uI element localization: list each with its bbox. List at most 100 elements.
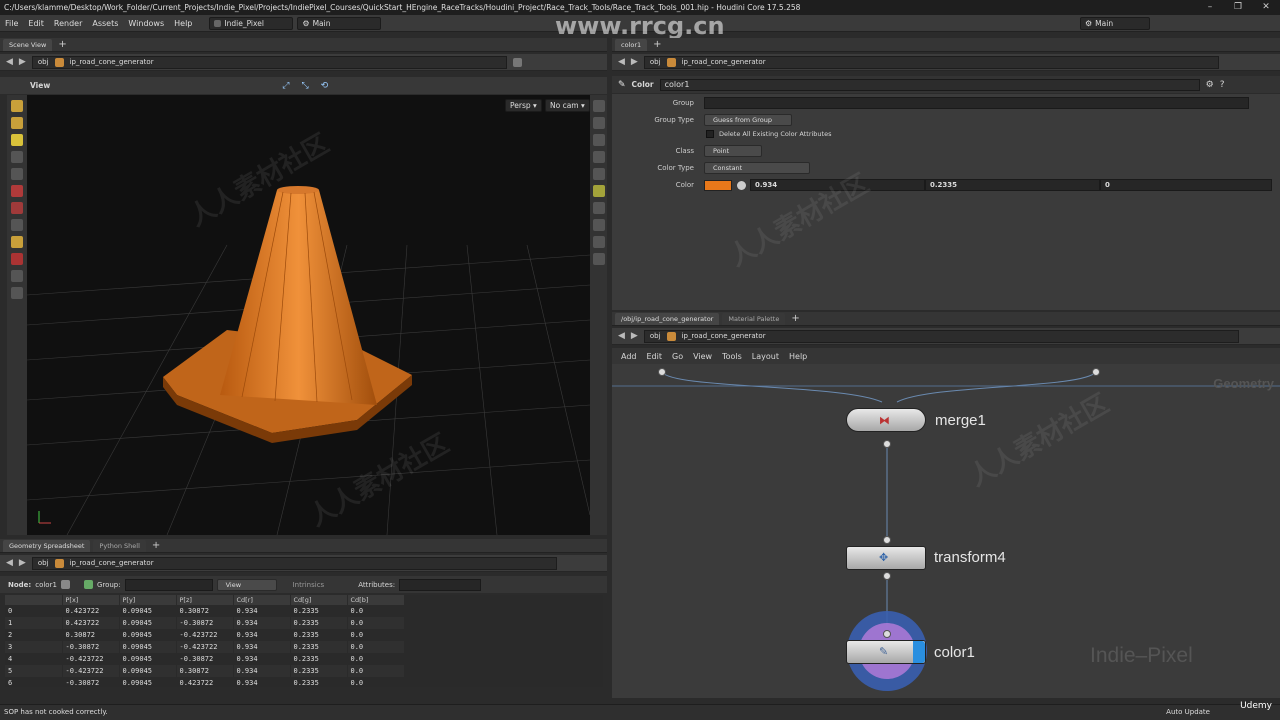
net-menu-help[interactable]: Help bbox=[784, 352, 812, 361]
sculpt-icon[interactable] bbox=[11, 202, 23, 214]
delete-attributes-checkbox[interactable] bbox=[706, 130, 714, 138]
merge1-node[interactable]: ⧓ bbox=[846, 408, 926, 432]
table-row[interactable]: 2 0.30872 0.09045 -0.423722 0.934 0.2335 0.0 bbox=[5, 629, 405, 641]
column-header[interactable]: P[y] bbox=[119, 595, 177, 605]
output-port[interactable] bbox=[883, 440, 891, 448]
maximize-button[interactable]: ❐ bbox=[1224, 0, 1252, 15]
table-row[interactable]: 1 0.423722 0.09045 -0.30872 0.934 0.2335 0.0 bbox=[5, 617, 405, 629]
back-arrow-icon[interactable]: ◀ bbox=[618, 57, 625, 67]
tab-scene-view[interactable]: Scene View bbox=[3, 39, 53, 51]
select-icon[interactable] bbox=[11, 100, 23, 112]
menu-assets[interactable]: Assets bbox=[87, 15, 123, 32]
desktop-selector[interactable]: Indie_Pixel bbox=[209, 16, 294, 30]
snap-point-icon[interactable] bbox=[11, 287, 23, 299]
forward-arrow-icon[interactable]: ▶ bbox=[19, 57, 26, 67]
table-row[interactable]: 0 0.423722 0.09045 0.30872 0.934 0.2335 0.0 bbox=[5, 605, 405, 617]
gear-icon[interactable]: ⚙ bbox=[1206, 80, 1214, 90]
net-menu-add[interactable]: Add bbox=[616, 352, 642, 361]
tab-python-shell[interactable]: Python Shell bbox=[93, 540, 146, 552]
column-header[interactable]: P[x] bbox=[62, 595, 120, 605]
input-port[interactable] bbox=[658, 368, 666, 376]
back-arrow-icon[interactable]: ◀ bbox=[6, 558, 13, 568]
lock-icon[interactable] bbox=[592, 134, 605, 146]
net-menu-tools[interactable]: Tools bbox=[717, 352, 747, 361]
display-option-icon[interactable] bbox=[592, 100, 605, 112]
points-icon[interactable] bbox=[83, 580, 93, 589]
table-row[interactable]: 5 -0.423722 0.09045 0.30872 0.934 0.2335 0.0 bbox=[5, 665, 405, 677]
tab-geometry-spreadsheet[interactable]: Geometry Spreadsheet bbox=[3, 540, 91, 552]
intrinsics-label[interactable]: Intrinsics bbox=[293, 581, 325, 589]
input-port[interactable] bbox=[883, 536, 891, 544]
point-icon[interactable] bbox=[592, 236, 605, 248]
handle-icon[interactable] bbox=[11, 134, 23, 146]
forward-arrow-icon[interactable]: ▶ bbox=[631, 331, 638, 341]
view-tool-icon[interactable] bbox=[11, 168, 23, 180]
pin-icon[interactable] bbox=[512, 57, 522, 67]
color-picker-icon[interactable] bbox=[737, 180, 746, 190]
node-label[interactable]: color1 bbox=[934, 644, 975, 661]
node-name-field[interactable]: color1 bbox=[659, 78, 1200, 91]
net-menu-go[interactable]: Go bbox=[667, 352, 688, 361]
color-swatch[interactable] bbox=[704, 179, 732, 191]
menu-render[interactable]: Render bbox=[49, 15, 87, 32]
transform-icon[interactable] bbox=[11, 117, 23, 129]
input-port[interactable] bbox=[883, 630, 891, 638]
menu-windows[interactable]: Windows bbox=[123, 15, 169, 32]
column-header[interactable]: Cd[r] bbox=[233, 595, 291, 605]
camera-icon[interactable] bbox=[592, 202, 605, 214]
table-row[interactable]: 4 -0.423722 0.09045 -0.30872 0.934 0.2335 0.0 bbox=[5, 653, 405, 665]
add-tab-icon[interactable]: + bbox=[653, 39, 661, 51]
light-icon[interactable] bbox=[592, 168, 605, 180]
forward-arrow-icon[interactable]: ▶ bbox=[631, 57, 638, 67]
ghost-icon[interactable] bbox=[592, 151, 605, 163]
scene-path-field[interactable]: obj ip_road_cone_generator bbox=[31, 55, 507, 69]
network-canvas[interactable]: Geometry ⧓ merge1 ✥ transform4 ✎ color1 … bbox=[612, 364, 1280, 698]
rotate-tool-icon[interactable]: ⟲ bbox=[321, 81, 329, 91]
paint-icon[interactable] bbox=[11, 185, 23, 197]
persp-menu[interactable]: Persp ▾ bbox=[505, 99, 542, 112]
spreadsheet-path-field[interactable]: obj ip_road_cone_generator bbox=[31, 556, 557, 570]
net-menu-view[interactable]: View bbox=[688, 352, 717, 361]
node-label[interactable]: transform4 bbox=[934, 549, 1006, 566]
help-icon[interactable]: ? bbox=[1220, 80, 1225, 90]
color-b-field[interactable]: 0 bbox=[1100, 179, 1272, 191]
group-type-menu[interactable]: Guess from Group bbox=[704, 114, 792, 126]
move-tool-icon[interactable]: ⤡ bbox=[301, 81, 308, 91]
table-row[interactable]: 3 -0.30872 0.09045 -0.423722 0.934 0.2335 0.0 bbox=[5, 641, 405, 653]
shelf-set-selector[interactable]: ⚙ Main bbox=[297, 16, 382, 30]
menu-file[interactable]: File bbox=[0, 15, 23, 32]
forward-arrow-icon[interactable]: ▶ bbox=[19, 558, 26, 568]
column-header[interactable]: P[z] bbox=[176, 595, 234, 605]
add-tab-icon[interactable]: + bbox=[58, 39, 66, 51]
3d-viewport[interactable]: Persp ▾ No cam ▾ bbox=[27, 95, 590, 535]
snap-grid-icon[interactable] bbox=[11, 270, 23, 282]
camera-menu[interactable]: No cam ▾ bbox=[545, 99, 590, 112]
menu-edit[interactable]: Edit bbox=[23, 15, 49, 32]
snap-icon[interactable] bbox=[11, 219, 23, 231]
net-menu-edit[interactable]: Edit bbox=[642, 352, 668, 361]
net-menu-layout[interactable]: Layout bbox=[747, 352, 784, 361]
attribute-class-icon[interactable] bbox=[60, 580, 70, 589]
param-path-field[interactable]: obj ip_road_cone_generator bbox=[643, 55, 1219, 69]
auto-update-menu[interactable]: Auto Update bbox=[1166, 705, 1210, 720]
column-header[interactable] bbox=[5, 595, 63, 605]
grid-icon[interactable] bbox=[592, 219, 605, 231]
add-tab-icon[interactable]: + bbox=[791, 313, 799, 325]
bulb-icon[interactable] bbox=[592, 185, 605, 197]
menu-help[interactable]: Help bbox=[169, 15, 197, 32]
display-flag[interactable] bbox=[913, 641, 925, 663]
select-tool-icon[interactable]: ⤢ bbox=[282, 81, 289, 91]
column-header[interactable]: Cd[g] bbox=[290, 595, 348, 605]
table-row[interactable]: 6 -0.30872 0.09045 0.423722 0.934 0.2335 0.0 bbox=[5, 677, 405, 687]
column-header[interactable]: Cd[b] bbox=[347, 595, 405, 605]
close-button[interactable]: ✕ bbox=[1252, 0, 1280, 15]
class-menu[interactable]: Point bbox=[704, 145, 762, 157]
transform4-node[interactable]: ✥ bbox=[846, 546, 926, 570]
tab-parameters[interactable]: color1 bbox=[615, 39, 648, 51]
back-arrow-icon[interactable]: ◀ bbox=[618, 331, 625, 341]
wireframe-icon[interactable] bbox=[592, 117, 605, 129]
attributes-filter-field[interactable] bbox=[399, 578, 482, 591]
magnet-icon[interactable] bbox=[11, 253, 23, 265]
measure-icon[interactable] bbox=[11, 236, 23, 248]
add-tab-icon[interactable]: + bbox=[152, 540, 160, 552]
